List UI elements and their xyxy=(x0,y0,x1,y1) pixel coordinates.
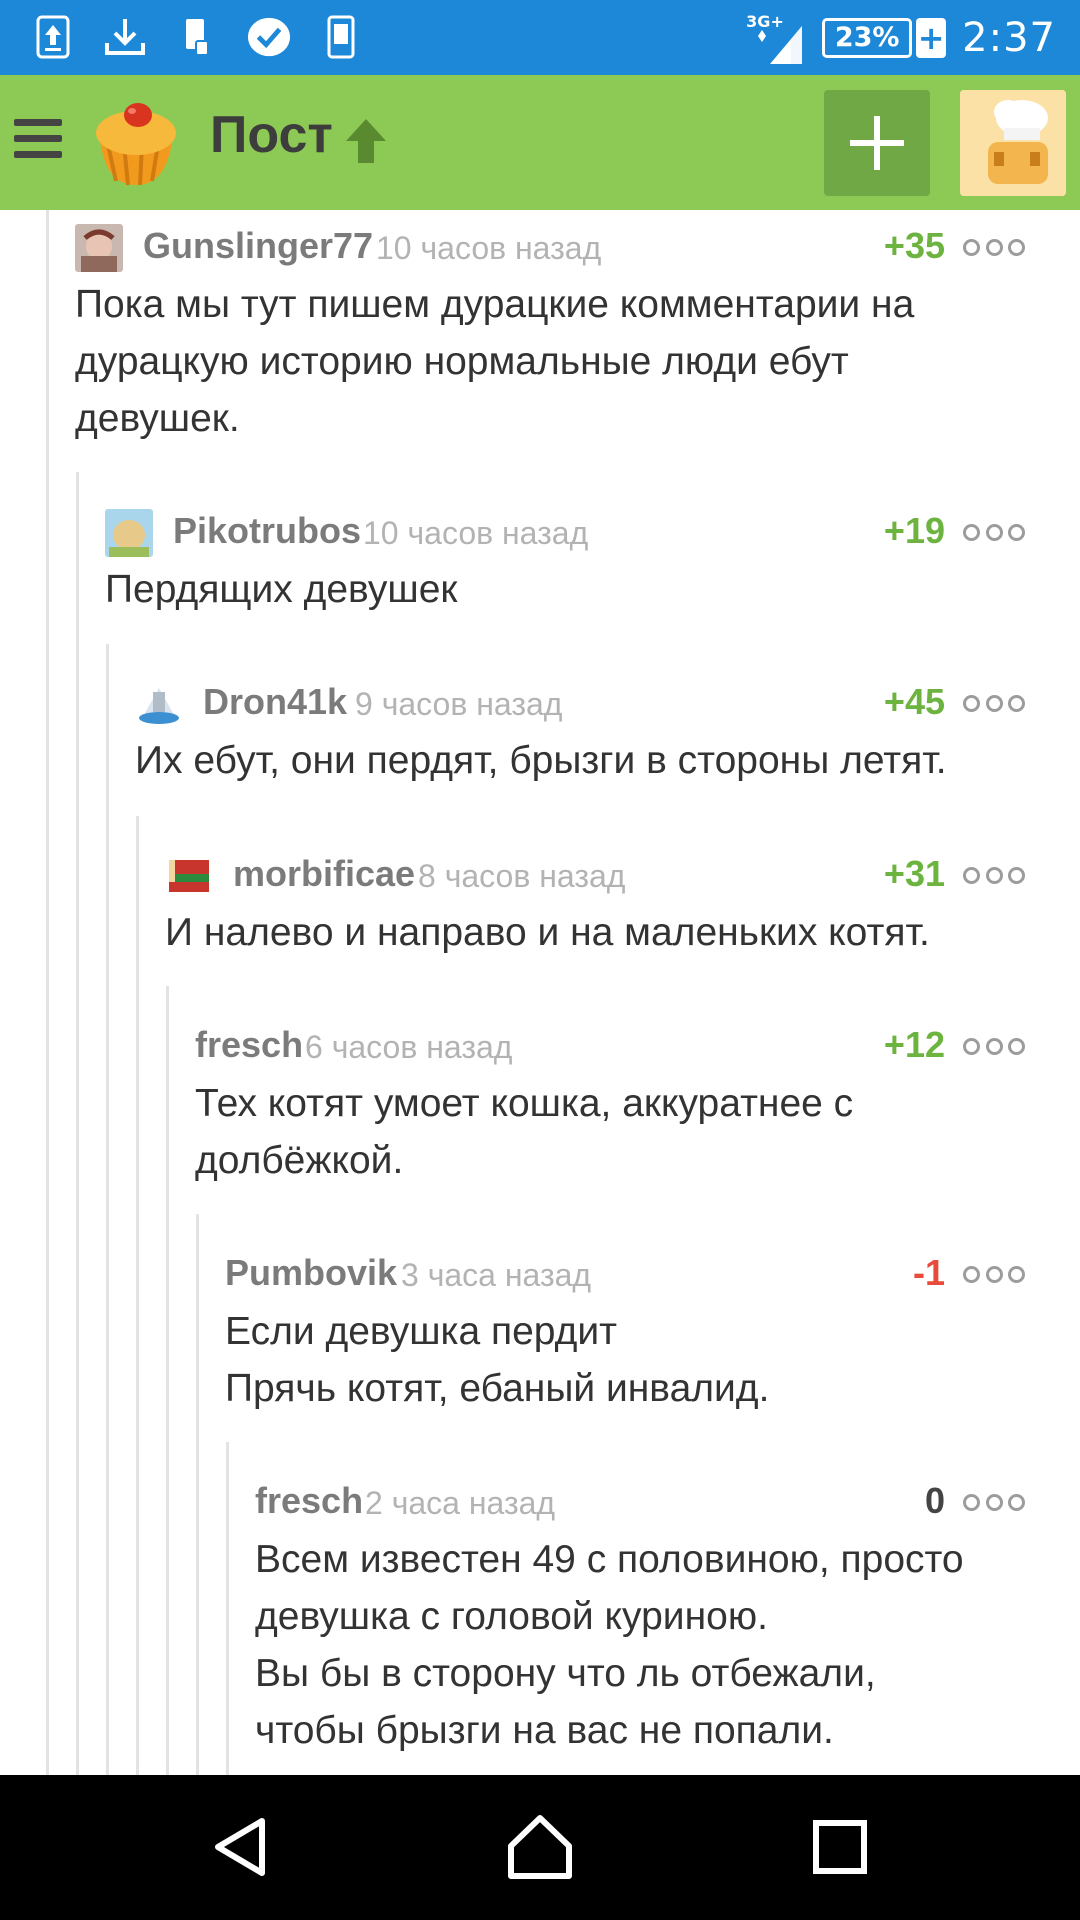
comment-text-line: Тех котят умоет кошка, аккуратнее с xyxy=(195,1082,854,1125)
comment-text-line: Вы бы в сторону что ль отбежали, xyxy=(255,1652,876,1695)
recents-square-icon[interactable] xyxy=(800,1807,880,1887)
comment-time: 9 часов назад xyxy=(355,686,563,722)
more-options-icon[interactable] xyxy=(963,236,1025,258)
thread-line xyxy=(106,644,109,1775)
comment-time: 10 часов назад xyxy=(363,515,589,551)
comment-text-line: дурацкую историю нормальные люди ебут xyxy=(75,340,849,383)
charging-icon: + xyxy=(916,17,947,58)
thread-line xyxy=(226,1442,229,1775)
arrow-up-icon[interactable] xyxy=(342,115,390,167)
comment: Pikotrubos 10 часов назад +19 Пердящих д… xyxy=(105,507,1025,618)
comment-text-line: чтобы брызги на вас не попали. xyxy=(255,1709,834,1752)
phone-icon xyxy=(318,14,364,60)
comment-text-line: Прячь котят, ебаный инвалид. xyxy=(225,1367,770,1410)
comment-text-line: долбёжкой. xyxy=(195,1139,404,1182)
comment-score: +31 xyxy=(883,853,945,894)
battery-level: 23% xyxy=(822,17,913,58)
comment: Pumbovik 3 часа назад -1 Если девушка пе… xyxy=(225,1249,1025,1417)
thread-line xyxy=(46,210,49,1775)
comment-text-line: Пока мы тут пишем дурацкие комментарии н… xyxy=(75,283,915,326)
avatar[interactable] xyxy=(135,680,183,728)
add-post-button[interactable] xyxy=(824,90,930,196)
more-options-icon[interactable] xyxy=(963,864,1025,886)
comment-username[interactable]: Pikotrubos xyxy=(173,510,361,552)
comment-username[interactable]: morbificae xyxy=(233,853,415,895)
comment-time: 10 часов назад xyxy=(376,230,602,266)
comment-thread: Gunslinger77 10 часов назад +35 Пока мы … xyxy=(0,210,1080,1775)
plus-icon xyxy=(850,116,904,170)
comment-score: +12 xyxy=(883,1024,945,1065)
comment-score: +35 xyxy=(883,225,945,266)
comment-time: 8 часов назад xyxy=(418,858,626,894)
more-options-icon[interactable] xyxy=(963,521,1025,543)
avatar[interactable] xyxy=(75,224,123,272)
comment-time: 3 часа назад xyxy=(401,1257,592,1293)
comment: fresch 6 часов назад +12 Тех котят умоет… xyxy=(195,1021,1025,1189)
thread-line xyxy=(166,986,169,1775)
page-title: Пост xyxy=(210,106,333,164)
comment-username[interactable]: Pumbovik xyxy=(225,1252,397,1294)
comment-text-line: И налево и направо и на маленьких котят. xyxy=(165,911,930,954)
comment: Gunslinger77 10 часов назад +35 Пока мы … xyxy=(75,222,1025,447)
user-avatar[interactable] xyxy=(960,90,1066,196)
comment-score: +45 xyxy=(883,681,945,722)
avatar[interactable] xyxy=(165,852,213,900)
comment-text-line: девушек. xyxy=(75,397,240,440)
thread-line xyxy=(136,816,139,1775)
clock: 2:37 xyxy=(962,14,1056,61)
comment-username[interactable]: Gunslinger77 xyxy=(143,225,373,267)
comment: morbificae 8 часов назад +31 И налево и … xyxy=(165,850,1025,961)
sim-icon xyxy=(174,14,220,60)
battery-indicator: 23% + xyxy=(822,17,947,58)
app-header: Пост xyxy=(0,75,1080,210)
comment-score: 0 xyxy=(924,1480,945,1521)
comment: Dron41k 9 часов назад +45 Их ебут, они п… xyxy=(135,678,1025,789)
comment-text-line: Если девушка пердит xyxy=(225,1310,617,1353)
comment-text-line: Всем известен 49 с половиною, просто xyxy=(255,1538,964,1581)
comment-score: +19 xyxy=(883,510,945,551)
comment-username[interactable]: fresch xyxy=(195,1024,303,1066)
comment-text-line: Пердящих девушек xyxy=(105,568,458,611)
avatar[interactable] xyxy=(105,509,153,557)
download-icon xyxy=(102,14,148,60)
check-badge-icon xyxy=(246,14,292,60)
thread-line xyxy=(196,1214,199,1775)
more-options-icon[interactable] xyxy=(963,1035,1025,1057)
hamburger-icon[interactable] xyxy=(14,119,62,167)
more-options-icon[interactable] xyxy=(963,692,1025,714)
comment-time: 6 часов назад xyxy=(305,1029,513,1065)
more-options-icon[interactable] xyxy=(963,1263,1025,1285)
comment-time: 2 часа назад xyxy=(365,1485,556,1521)
comment-text-line: Их ебут, они пердят, брызги в стороны ле… xyxy=(135,739,947,782)
network-signal-icon: 3G+ xyxy=(746,8,806,68)
back-triangle-icon[interactable] xyxy=(200,1807,280,1887)
more-options-icon[interactable] xyxy=(963,1491,1025,1513)
comment-text-line: девушка с головой куриною. xyxy=(255,1595,768,1638)
comment-score: -1 xyxy=(912,1252,945,1293)
comment: fresch 2 часа назад 0 Всем известен 49 с… xyxy=(255,1477,1025,1759)
cupcake-logo[interactable] xyxy=(86,93,186,193)
comment-username[interactable]: Dron41k xyxy=(203,681,347,723)
status-bar: 3G+ 23% + 2:37 xyxy=(0,0,1080,75)
comment-username[interactable]: fresch xyxy=(255,1480,363,1522)
upload-icon xyxy=(30,14,76,60)
thread-line xyxy=(76,472,79,1775)
home-icon[interactable] xyxy=(500,1807,580,1887)
system-nav-bar xyxy=(0,1775,1080,1920)
